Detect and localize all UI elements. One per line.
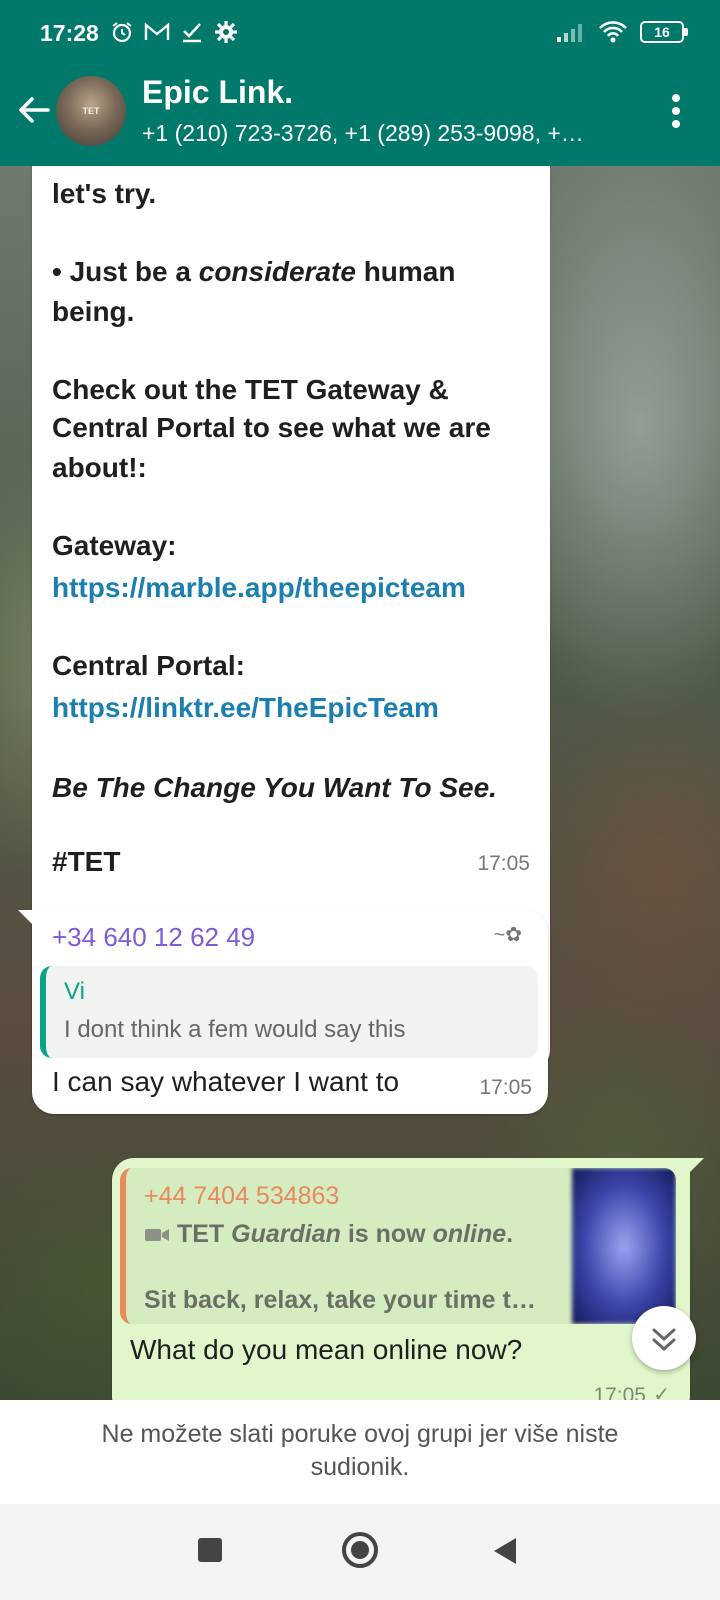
- message-text: Central Portal:: [52, 650, 245, 681]
- double-chevron-down-icon: [652, 1328, 676, 1351]
- message-text: I can say whatever I want to: [52, 1066, 400, 1097]
- status-bar: 17:28 16: [0, 0, 720, 68]
- settings-gear-icon: [215, 21, 237, 43]
- bubble-tail: [688, 1158, 704, 1174]
- chat-header: TET Epic Link. +1 (210) 723-3726, +1 (28…: [0, 68, 720, 166]
- scroll-to-bottom-button[interactable]: [632, 1306, 696, 1370]
- task-check-icon: [183, 23, 201, 43]
- group-avatar[interactable]: TET: [56, 76, 126, 146]
- wifi-icon: [599, 21, 627, 43]
- group-members[interactable]: +1 (210) 723-3726, +1 (289) 253-9098, +…: [142, 120, 642, 147]
- sent-check-icon: ✓: [653, 1384, 670, 1400]
- status-system-icons: 16: [556, 20, 688, 44]
- gmail-icon: [144, 22, 170, 40]
- message-text: being.: [52, 296, 135, 327]
- message-time: 17:05: [593, 1384, 646, 1400]
- sender-name[interactable]: +34 640 12 62 49: [52, 922, 255, 953]
- status-notification-icons: [110, 20, 238, 44]
- message-text: about!:: [52, 452, 147, 483]
- gateway-link[interactable]: https://marble.app/theepicteam: [52, 568, 466, 608]
- message-bubble-incoming[interactable]: +34 640 12 62 49 ~✿ Vi I dont think a fe…: [18, 910, 548, 1114]
- message-time: 17:05: [477, 852, 530, 875]
- quoted-sender: Vi: [64, 978, 85, 1005]
- recents-button[interactable]: [198, 1538, 222, 1562]
- back-arrow-icon[interactable]: [14, 90, 54, 130]
- message-text: • Just be a considerate human: [52, 256, 456, 287]
- message-text: Central Portal to see what we are: [52, 412, 491, 443]
- quoted-text: Sit back, relax, take your time t…: [144, 1286, 536, 1314]
- quoted-message[interactable]: Vi I dont think a fem would say this: [40, 966, 538, 1058]
- video-camera-icon: [145, 1229, 169, 1241]
- group-title[interactable]: Epic Link.: [142, 74, 293, 111]
- message-time: 17:05: [479, 1076, 532, 1099]
- bubble-tail: [18, 910, 34, 926]
- system-back-button[interactable]: [494, 1538, 516, 1564]
- cannot-send-notice: Ne možete slati poruke ovoj grupi jer vi…: [0, 1400, 720, 1504]
- system-navigation-bar: [0, 1504, 720, 1600]
- home-button[interactable]: [342, 1532, 378, 1568]
- avatar-text: TET: [82, 106, 100, 116]
- quoted-message[interactable]: +44 7404 534863 TET Guardian is now onli…: [120, 1168, 676, 1324]
- message-text: Gateway:: [52, 530, 177, 561]
- signal-icon: [557, 24, 582, 42]
- quoted-text: TET Guardian is now online.: [144, 1220, 513, 1249]
- sender-badge: ~✿: [493, 924, 522, 946]
- quoted-text: I dont think a fem would say this: [64, 1016, 406, 1043]
- alarm-icon: [112, 22, 132, 43]
- message-text: Be The Change You Want To See.: [52, 772, 497, 803]
- quoted-sender: +44 7404 534863: [144, 1182, 340, 1210]
- message-text: What do you mean online now?: [130, 1334, 523, 1365]
- message-text: let's try.: [52, 178, 157, 209]
- portal-link[interactable]: https://linktr.ee/TheEpicTeam: [52, 688, 439, 728]
- message-text: #TET: [52, 846, 121, 877]
- message-text: Check out the TET Gateway &: [52, 374, 449, 405]
- status-time: 17:28: [40, 20, 99, 46]
- quoted-video-thumbnail: [572, 1168, 676, 1324]
- message-bubble-outgoing[interactable]: +44 7404 534863 TET Guardian is now onli…: [112, 1158, 704, 1400]
- chat-messages[interactable]: let's try. • Just be a considerate human…: [0, 166, 720, 1400]
- battery-icon: 16: [640, 21, 688, 43]
- more-options-icon[interactable]: [672, 94, 682, 130]
